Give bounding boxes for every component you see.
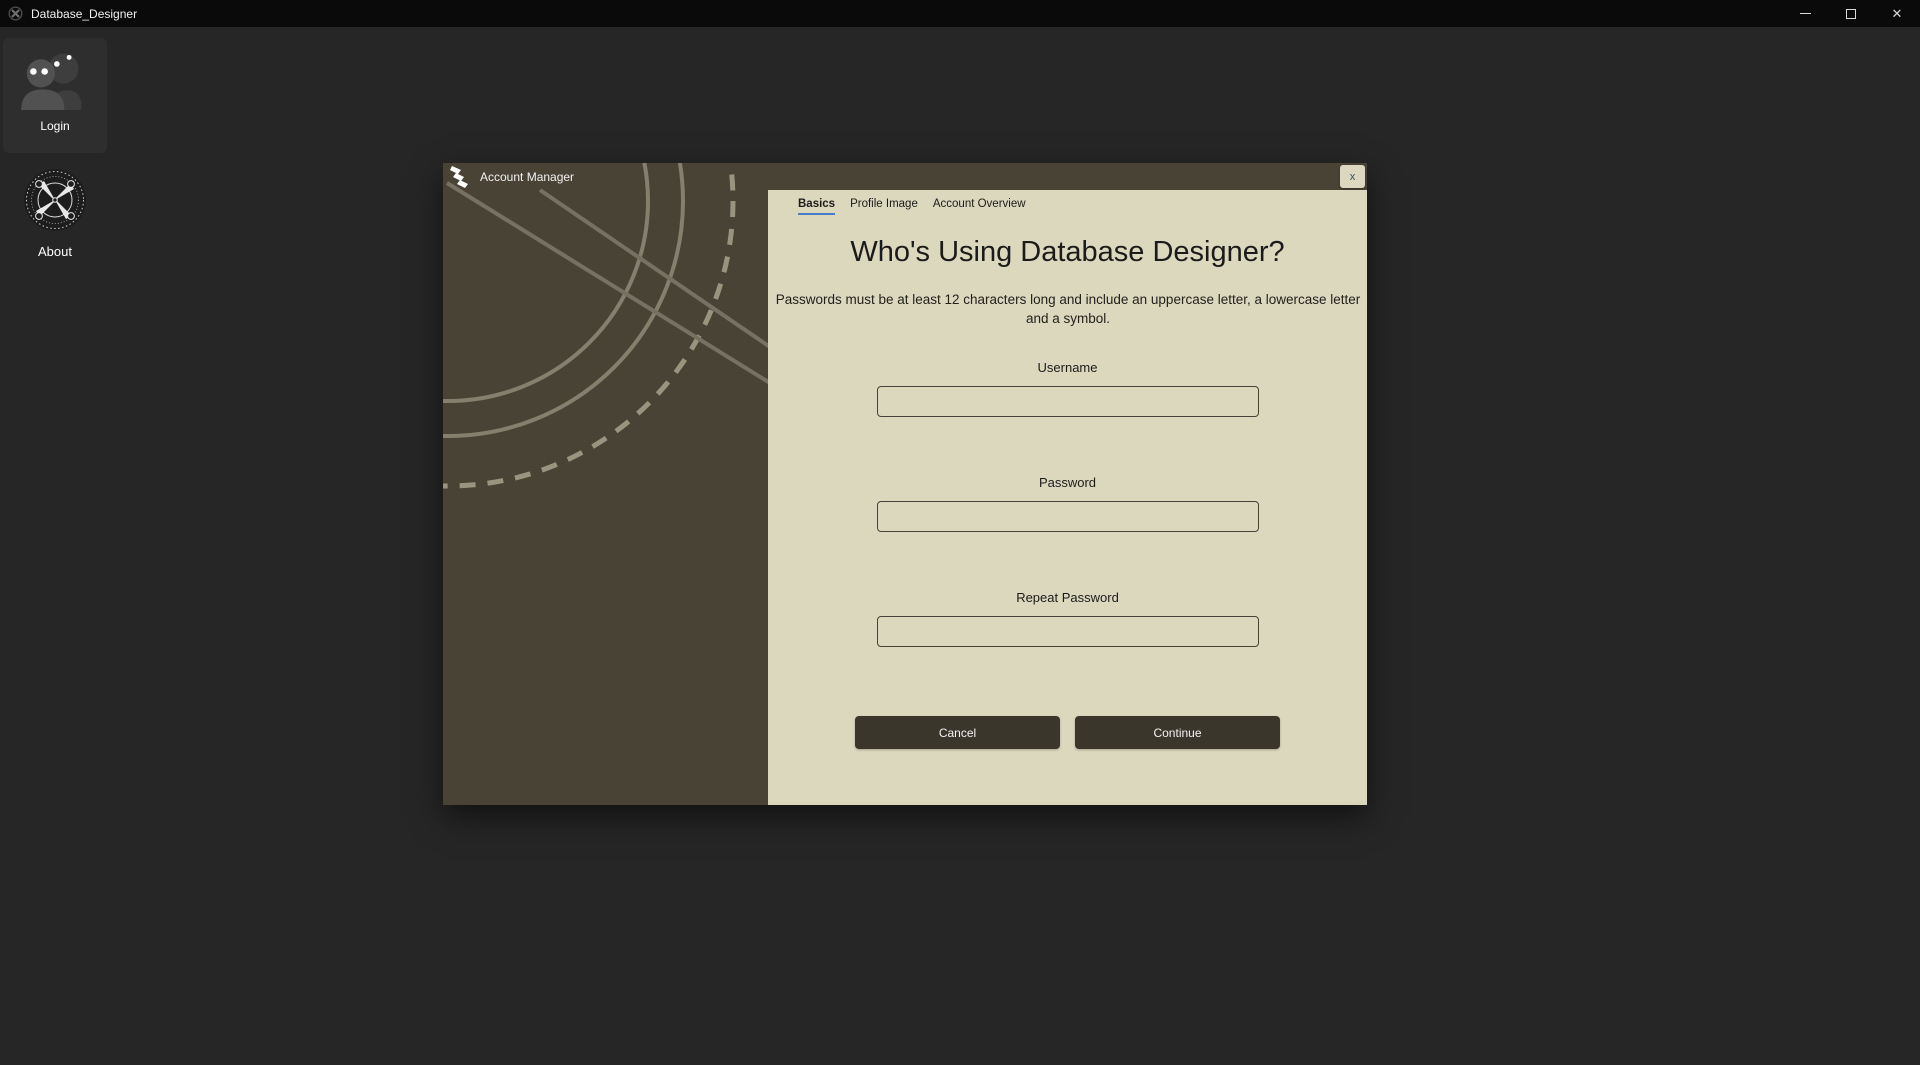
app-background: Login About: [0, 27, 1920, 1065]
maximize-icon: [1846, 9, 1856, 19]
password-field-group: Password: [768, 475, 1367, 532]
sidebar-item-about[interactable]: About: [0, 168, 110, 259]
repeat-password-label: Repeat Password: [768, 590, 1367, 605]
window-titlebar: Database_Designer ✕: [0, 0, 1920, 27]
minimize-button[interactable]: [1782, 0, 1828, 27]
window-title: Database_Designer: [31, 7, 137, 21]
cancel-button[interactable]: Cancel: [855, 716, 1060, 749]
close-icon: ✕: [1892, 7, 1903, 20]
login-users-icon: [15, 48, 95, 110]
sidebar-item-login[interactable]: Login: [3, 38, 107, 153]
basics-tab-content: Who's Using Database Designer? Passwords…: [768, 237, 1367, 749]
tab-profile-image[interactable]: Profile Image: [850, 198, 918, 215]
account-manager-dialog: Account Manager x Basics Profile Image A…: [443, 163, 1367, 805]
dialog-content-panel: Basics Profile Image Account Overview Wh…: [768, 190, 1367, 802]
username-field-group: Username: [768, 360, 1367, 417]
continue-button[interactable]: Continue: [1075, 716, 1280, 749]
username-label: Username: [768, 360, 1367, 375]
repeat-password-input[interactable]: [877, 616, 1259, 647]
dialog-header: Account Manager: [443, 163, 1367, 191]
maximize-button[interactable]: [1828, 0, 1874, 27]
login-label: Login: [3, 119, 107, 133]
tab-account-overview[interactable]: Account Overview: [933, 198, 1026, 215]
dialog-actions: Cancel Continue: [768, 716, 1367, 749]
about-emblem-icon: [23, 168, 87, 232]
username-input[interactable]: [877, 386, 1259, 417]
dialog-title: Account Manager: [480, 170, 574, 184]
dialog-heading: Who's Using Database Designer?: [768, 237, 1367, 267]
password-input[interactable]: [877, 501, 1259, 532]
dialog-close-button[interactable]: x: [1340, 165, 1365, 188]
dialog-tabs: Basics Profile Image Account Overview: [768, 190, 1367, 215]
app-logo-icon: [8, 6, 23, 21]
window-controls: ✕: [1782, 0, 1920, 27]
about-label: About: [0, 244, 110, 259]
password-requirements-text: Passwords must be at least 12 characters…: [768, 290, 1368, 328]
close-window-button[interactable]: ✕: [1874, 0, 1920, 27]
minimize-icon: [1800, 13, 1811, 14]
dialog-decorative-artwork: [443, 163, 768, 805]
tab-basics[interactable]: Basics: [798, 198, 835, 215]
password-label: Password: [768, 475, 1367, 490]
repeat-password-field-group: Repeat Password: [768, 590, 1367, 647]
account-manager-logo-icon: [450, 166, 472, 188]
